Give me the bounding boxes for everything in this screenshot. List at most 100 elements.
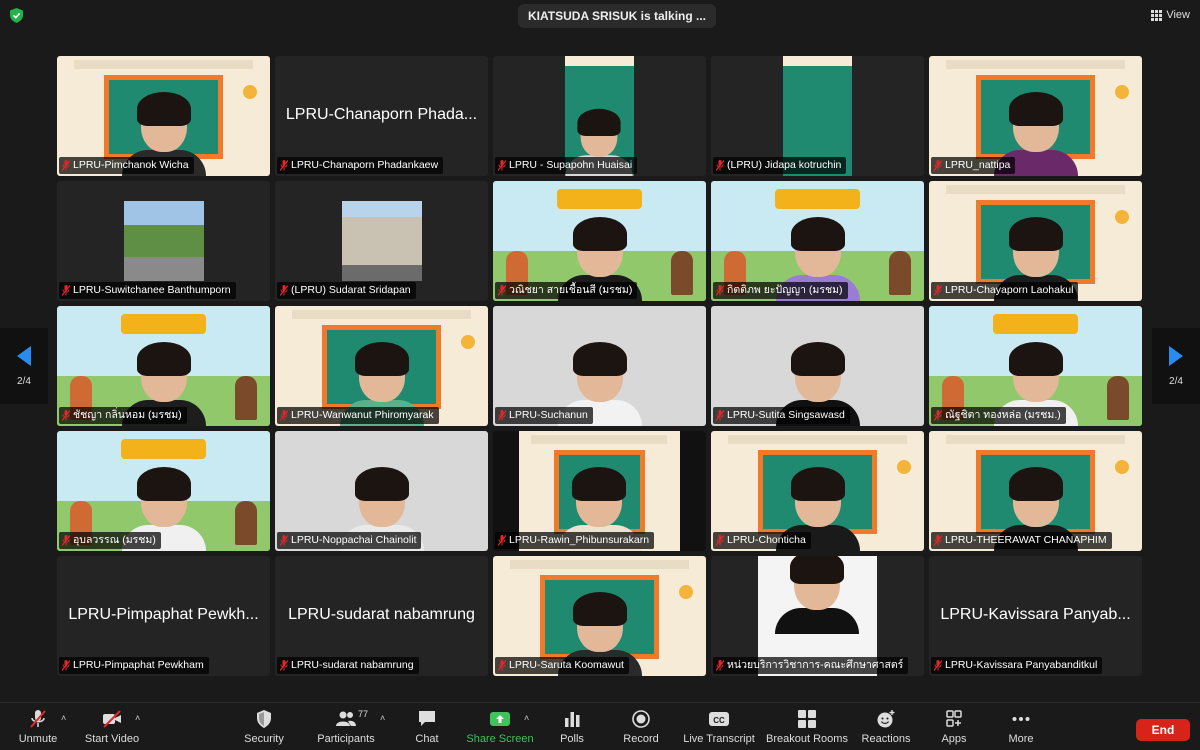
microphone-muted-icon <box>62 285 70 296</box>
participant-tile[interactable]: LPRU-Kavissara Panyab... LPRU-Kavissara P… <box>929 556 1142 676</box>
microphone-muted-icon <box>716 410 724 421</box>
microphone-muted-icon <box>498 410 506 421</box>
participants-options-caret[interactable]: ˄ <box>380 713 385 723</box>
participant-tile[interactable]: LPRU-Suchanun <box>493 306 706 426</box>
view-label: View <box>1166 9 1190 21</box>
microphone-muted-icon <box>62 160 70 171</box>
participant-tile[interactable]: LPRU-Chayaporn Laohakul <box>929 181 1142 301</box>
start-video-label: Start Video <box>84 733 140 745</box>
participant-name: LPRU-Rawin_Phibunsurakarn <box>509 534 650 546</box>
encryption-shield-icon[interactable] <box>10 8 23 23</box>
participant-name-tag: LPRU-Chayaporn Laohakul <box>931 282 1079 299</box>
microphone-muted-icon <box>280 535 288 546</box>
microphone-muted-icon <box>498 160 506 171</box>
participant-tile[interactable]: LPRU-Wanwanut Phiromyarak <box>275 306 488 426</box>
participant-tile[interactable]: LPRU-Pimpaphat Pewkh... LPRU-Pimpaphat Pe… <box>57 556 270 676</box>
participant-tile[interactable]: LPRU-Chanaporn Phada... LPRU-Chanaporn Ph… <box>275 56 488 176</box>
participant-tile[interactable]: LPRU_nattipa <box>929 56 1142 176</box>
participant-name: LPRU-Chayaporn Laohakul <box>945 284 1074 296</box>
meeting-toolbar: Unmute ˄ Start Video ˄ Security Particip… <box>0 702 1200 750</box>
audio-options-caret[interactable]: ˄ <box>61 713 66 723</box>
participant-name-tag: LPRU_nattipa <box>931 157 1016 174</box>
arrow-right-icon <box>1169 345 1183 366</box>
live-transcript-button[interactable]: CC Live Transcript <box>679 709 759 745</box>
participant-name-tag: LPRU-Pimchanok Wicha <box>59 157 194 174</box>
participant-name: LPRU-Pimpaphat Pewkham <box>73 659 204 671</box>
participant-name: LPRU-THEERAWAT CHANAPHIM <box>945 534 1107 546</box>
microphone-muted-icon <box>280 410 288 421</box>
polls-label: Polls <box>560 733 584 745</box>
participant-name-tag: อุบลวรรณ (มรชม) <box>59 532 161 549</box>
microphone-muted-icon <box>716 535 724 546</box>
unmute-button[interactable]: Unmute <box>0 709 78 745</box>
participant-tile[interactable]: LPRU - Supapohn Huaisai <box>493 56 706 176</box>
participant-tile[interactable]: ณัฐชิตา ทองหล่อ (มรชม.) <box>929 306 1142 426</box>
record-icon <box>632 710 650 728</box>
microphone-muted-icon <box>934 660 942 671</box>
participant-tile[interactable]: LPRU-Pimchanok Wicha <box>57 56 270 176</box>
microphone-muted-icon <box>716 285 724 296</box>
previous-page-button[interactable]: 2/4 <box>0 328 48 404</box>
participant-name: LPRU-Suchanun <box>509 409 588 421</box>
participant-name: วณิชยา สายเชื้อนสี (มรชม) <box>509 284 633 296</box>
participant-name-tag: วณิชยา สายเชื้อนสี (มรชม) <box>495 282 638 299</box>
participant-tile[interactable]: อุบลวรรณ (มรชม) <box>57 431 270 551</box>
participant-name-display: LPRU-sudarat nabamrung <box>288 606 475 623</box>
participant-tile[interactable]: กิตติภพ ยะปัญญา (มรชม) <box>711 181 924 301</box>
view-button[interactable]: View <box>1151 6 1190 24</box>
participant-name: LPRU_nattipa <box>945 159 1011 171</box>
participant-tile[interactable]: LPRU-Suwitchanee Banthumporn <box>57 181 270 301</box>
participant-name: (LPRU) Jidapa kotruchin <box>727 159 842 171</box>
apps-label: Apps <box>941 733 967 745</box>
page-indicator-left: 2/4 <box>17 375 31 387</box>
participant-tile[interactable]: LPRU-Noppachai Chainolit <box>275 431 488 551</box>
more-button[interactable]: More <box>981 709 1061 745</box>
chat-button[interactable]: Chat <box>387 709 467 745</box>
participant-tile[interactable]: LPRU-sudarat nabamrung LPRU-sudarat nabam… <box>275 556 488 676</box>
participant-name: LPRU-Chanaporn Phadankaew <box>291 159 439 171</box>
breakout-rooms-label: Breakout Rooms <box>766 733 848 745</box>
microphone-muted-icon <box>280 160 288 171</box>
participant-tile[interactable]: LPRU-Chonticha <box>711 431 924 551</box>
next-page-button[interactable]: 2/4 <box>1152 328 1200 404</box>
profile-picture <box>123 201 204 281</box>
participant-tile[interactable]: (LPRU) Sudarat Sridapan <box>275 181 488 301</box>
microphone-muted-icon <box>934 535 942 546</box>
microphone-muted-icon <box>62 410 70 421</box>
share-options-caret[interactable]: ˄ <box>524 713 529 723</box>
profile-picture <box>341 201 422 281</box>
unmute-label: Unmute <box>18 733 58 745</box>
participant-name-tag: หน่วยบริการวิชาการ-คณะศึกษาศาสตร์ <box>713 657 909 674</box>
participant-tile[interactable]: หน่วยบริการวิชาการ-คณะศึกษาศาสตร์ <box>711 556 924 676</box>
participant-name-tag: LPRU-Chanaporn Phadankaew <box>277 157 444 174</box>
polls-bar-icon <box>565 712 580 727</box>
microphone-muted-icon <box>498 660 506 671</box>
participant-name: LPRU-Kavissara Panyabanditkul <box>945 659 1098 671</box>
breakout-rooms-button[interactable]: Breakout Rooms <box>766 709 848 745</box>
video-options-caret[interactable]: ˄ <box>135 713 140 723</box>
participants-button[interactable]: Participants <box>306 709 386 745</box>
polls-button[interactable]: Polls <box>532 709 612 745</box>
participant-name-tag: LPRU-Kavissara Panyabanditkul <box>931 657 1103 674</box>
participant-name-display: LPRU-Chanaporn Phada... <box>285 106 478 123</box>
participant-name-tag: กิตติภพ ยะปัญญา (มรชม) <box>713 282 848 299</box>
microphone-muted-icon <box>280 285 288 296</box>
participant-tile[interactable]: LPRU-THEERAWAT CHANAPHIM <box>929 431 1142 551</box>
participant-figure <box>758 556 877 634</box>
participant-tile[interactable]: LPRU-Rawin_Phibunsurakarn <box>493 431 706 551</box>
participant-name: อุบลวรรณ (มรชม) <box>73 534 156 546</box>
microphone-muted-icon <box>716 160 724 171</box>
participant-tile[interactable]: ชัชญา กลิ่นหอม (มรชม) <box>57 306 270 426</box>
live-transcript-label: Live Transcript <box>683 733 755 745</box>
end-meeting-button[interactable]: End <box>1136 719 1190 741</box>
participant-tile[interactable]: วณิชยา สายเชื้อนสี (มรชม) <box>493 181 706 301</box>
security-button[interactable]: Security <box>224 709 304 745</box>
chat-label: Chat <box>415 733 439 745</box>
microphone-muted-icon <box>498 535 506 546</box>
participant-name-tag: LPRU-Sutita Singsawasd <box>713 407 850 424</box>
participant-tile[interactable]: LPRU-Saruta Koomawut <box>493 556 706 676</box>
participant-tile[interactable]: LPRU-Sutita Singsawasd <box>711 306 924 426</box>
record-button[interactable]: Record <box>601 709 681 745</box>
participant-tile[interactable]: (LPRU) Jidapa kotruchin <box>711 56 924 176</box>
participant-name: LPRU-Noppachai Chainolit <box>291 534 417 546</box>
